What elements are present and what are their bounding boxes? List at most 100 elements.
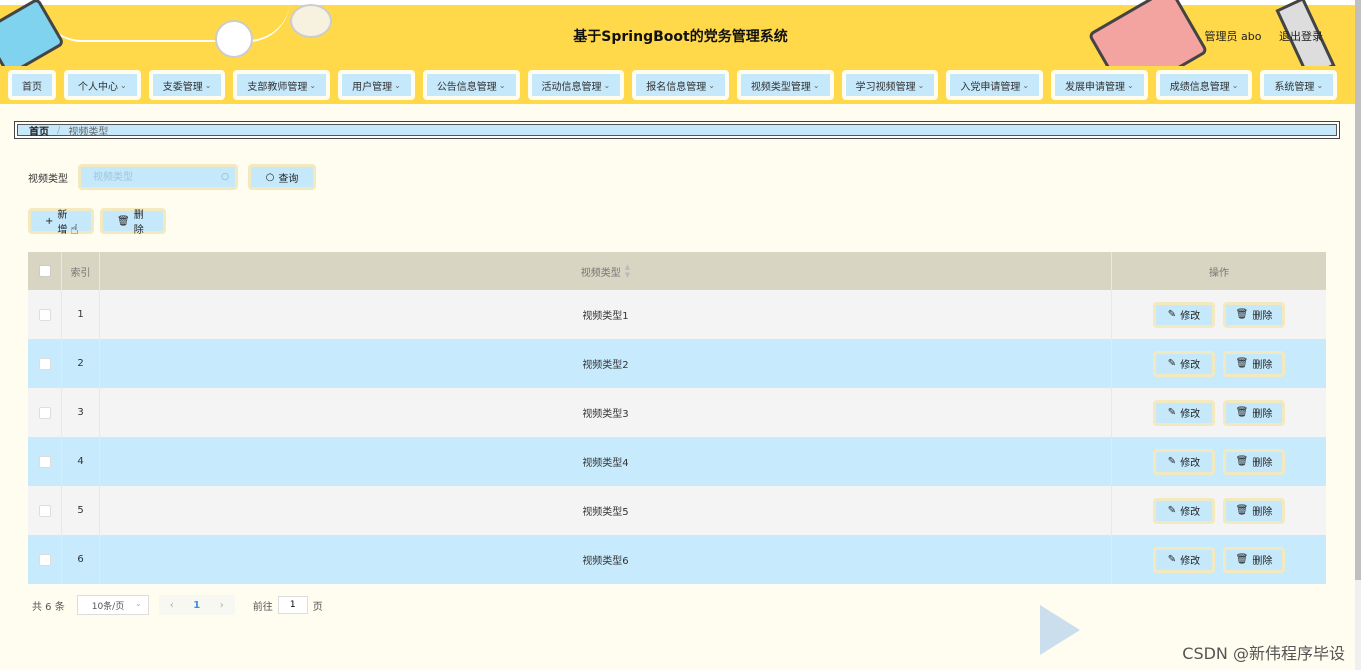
row-delete-button[interactable]: 🗑 删除 [1223,497,1285,524]
row-actions: ✎ 修改 🗑 删除 [1112,535,1326,584]
trash-icon: 🗑 [117,215,130,227]
goto-page-input[interactable] [277,596,308,614]
nav-item-9[interactable]: 学习视频管理 ⌄ [841,70,939,100]
nav-item-0[interactable]: 首页 [8,70,56,100]
nav-item-11[interactable]: 发展申请管理 ⌄ [1051,70,1148,100]
video-type-table: 索引 视频类型 ▲ ▼ 操作 1 视频类型1 ✎ 修改 🗑 删除 2 视频类型2 ✎ 修改 🗑 删除 3 视… [28,252,1326,584]
chevron-down-icon: ⌄ [917,80,925,90]
row-actions: ✎ 修改 🗑 删除 [1112,290,1326,339]
nav-item-label: 个人中心 [78,81,118,93]
edit-button[interactable]: ✎ 修改 [1153,497,1215,524]
query-button[interactable]: ○ 查询 [248,164,316,190]
nav-item-8[interactable]: 视频类型管理 ⌄ [736,70,834,100]
edit-button[interactable]: ✎ 修改 [1153,350,1215,377]
header-type[interactable]: 视频类型 ▲ ▼ [100,252,1112,290]
nav-item-label: 系统管理 [1274,81,1315,93]
row-index: 3 [62,388,100,437]
header-type-label: 视频类型 [580,267,621,279]
nav-item-label: 支部教师管理 [247,81,308,93]
trash-icon: 🗑 [1235,456,1249,467]
user-info: 管理员 abo 退出登录 [1205,28,1323,44]
row-checkbox[interactable] [38,308,51,321]
row-checkbox[interactable] [38,406,51,419]
row-checkbox-cell [28,290,62,339]
table-header: 索引 视频类型 ▲ ▼ 操作 [28,252,1326,290]
row-delete-button[interactable]: 🗑 删除 [1223,350,1285,377]
edit-button[interactable]: ✎ 修改 [1153,399,1215,426]
row-delete-button[interactable]: 🗑 删除 [1223,399,1285,426]
row-delete-label: 删除 [1252,360,1273,371]
edit-button-label: 修改 [1180,360,1201,371]
nav-item-3[interactable]: 支部教师管理 ⌄ [233,70,331,100]
page-scrollbar[interactable] [1355,0,1361,670]
nav-item-1[interactable]: 个人中心 ⌄ [64,70,141,100]
pagination-total: 共 6 条 [32,601,65,613]
edit-button[interactable]: ✎ 修改 [1153,546,1215,573]
row-checkbox[interactable] [38,357,51,370]
breadcrumb-home[interactable]: 首页 [29,123,49,138]
chevron-down-icon: ⌄ [603,80,611,90]
pencil-icon: ✎ [1167,407,1177,418]
row-checkbox[interactable] [38,504,51,517]
plus-icon: + [45,215,54,227]
nav-item-7[interactable]: 报名信息管理 ⌄ [632,70,729,100]
row-checkbox-cell [28,339,62,388]
page-number-current[interactable]: 1 [185,600,209,611]
chevron-down-icon: ⌄ [1316,80,1324,90]
edit-button-label: 修改 [1180,458,1201,469]
table-row: 1 视频类型1 ✎ 修改 🗑 删除 [28,290,1326,339]
row-checkbox-cell [28,535,62,584]
batch-delete-button[interactable]: 🗑 删除 [100,208,166,236]
pencil-icon: ✎ [1167,358,1177,369]
nav-item-10[interactable]: 入党申请管理 ⌄ [946,70,1044,100]
trash-icon: 🗑 [1235,358,1249,369]
row-delete-button[interactable]: 🗑 删除 [1223,448,1285,475]
search-field[interactable]: ○ [78,164,238,190]
nav-item-5[interactable]: 公告信息管理 ⌄ [422,70,520,100]
prev-page-button[interactable]: ‹ [159,600,185,611]
row-delete-button[interactable]: 🗑 删除 [1223,546,1285,573]
edit-button[interactable]: ✎ 修改 [1153,301,1215,328]
nav-item-13[interactable]: 系统管理 ⌄ [1260,70,1338,100]
nav-item-4[interactable]: 用户管理 ⌄ [338,70,415,100]
search-input[interactable] [91,170,225,184]
header-ops: 操作 [1209,267,1229,279]
row-checkbox[interactable] [38,455,51,468]
chevron-down-icon: ⌄ [708,80,715,90]
row-checkbox-cell [28,486,62,535]
scrollbar-thumb[interactable] [1355,0,1361,580]
app-title: 基于SpringBoot的党务管理系统 [573,29,788,45]
row-checkbox[interactable] [38,553,51,566]
edit-button[interactable]: ✎ 修改 [1153,448,1215,475]
add-button[interactable]: + 新增 [28,208,94,236]
nav-item-2[interactable]: 支委管理 ⌄ [148,70,226,100]
table-body: 1 视频类型1 ✎ 修改 🗑 删除 2 视频类型2 ✎ 修改 🗑 删除 3 视频类型3 ✎ 修改 🗑 删除 4 视频类… [28,290,1326,584]
select-all-checkbox[interactable] [38,265,51,277]
nav-item-label: 报名信息管理 [646,81,707,93]
logout-link[interactable]: 退出登录 [1279,30,1323,43]
pencil-icon: ✎ [1167,554,1177,565]
table-row: 5 视频类型5 ✎ 修改 🗑 删除 [28,486,1326,535]
chevron-down-icon: ⌄ [120,80,127,90]
csdn-watermark: CSDN @新伟程序毕设 [1182,644,1345,663]
page-size-select[interactable]: 10条/页 ⌄ [76,595,149,615]
table-row: 3 视频类型3 ✎ 修改 🗑 删除 [28,388,1326,437]
sort-icon[interactable]: ▲ ▼ [625,263,630,279]
chevron-down-icon: ⌄ [309,80,317,90]
chevron-down-icon: ⌄ [1022,80,1030,90]
trash-icon: 🗑 [1235,554,1249,565]
nav-item-12[interactable]: 成绩信息管理 ⌄ [1155,70,1253,100]
row-index: 1 [62,290,100,339]
row-type: 视频类型3 [100,388,1112,437]
edit-button-label: 修改 [1180,507,1201,518]
breadcrumb: 首页 / 视频类型 [14,121,1340,139]
nav-item-label: 成绩信息管理 [1169,81,1230,93]
next-page-button[interactable]: › [209,600,235,611]
nav-item-6[interactable]: 活动信息管理 ⌄ [527,70,625,100]
row-delete-label: 删除 [1252,409,1273,420]
row-delete-label: 删除 [1252,311,1273,322]
row-delete-button[interactable]: 🗑 删除 [1223,301,1285,328]
table-row: 4 视频类型4 ✎ 修改 🗑 删除 [28,437,1326,486]
table-row: 6 视频类型6 ✎ 修改 🗑 删除 [28,535,1326,584]
nav-item-label: 学习视频管理 [855,81,916,93]
